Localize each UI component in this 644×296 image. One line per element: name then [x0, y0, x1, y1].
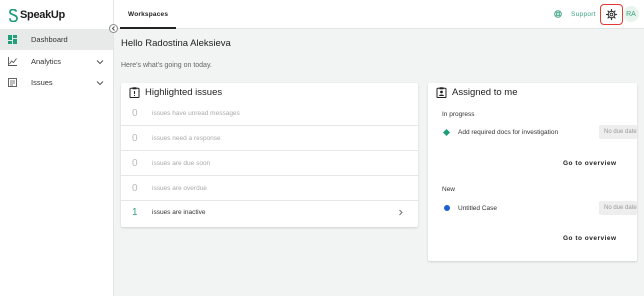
sidebar-item-label: Dashboard	[31, 35, 68, 44]
list-item[interactable]: 1 issues are inactive	[121, 200, 418, 225]
support-icon	[554, 10, 562, 18]
chevron-down-icon	[96, 80, 104, 85]
support-link[interactable]: Support	[554, 10, 596, 18]
page-subtitle: Here's what's going on today.	[121, 62, 212, 69]
issue-label: issues have unread messages	[152, 109, 240, 117]
user-avatar[interactable]: RA	[623, 6, 639, 22]
tab-workspaces[interactable]: Workspaces	[120, 0, 176, 29]
issue-count: 0	[132, 132, 138, 144]
speakup-logo-icon	[9, 8, 18, 22]
app-logo[interactable]: SpeakUp	[9, 8, 65, 22]
issues-icon	[8, 78, 17, 87]
logo-text: SpeakUp	[20, 9, 65, 21]
list-item[interactable]: 0 issues are overdue	[121, 176, 418, 201]
collapse-sidebar-button[interactable]	[109, 24, 118, 33]
highlighted-issues-card: Highlighted issues 0 issues have unread …	[121, 83, 418, 227]
sidebar-item-label: Issues	[31, 78, 53, 87]
sidebar: SpeakUp Dashboard Analytics Issues	[0, 0, 114, 296]
card-title: Highlighted issues	[129, 87, 222, 98]
in-progress-status-icon	[442, 128, 451, 136]
list-item[interactable]: 0 issues have unread messages	[121, 101, 418, 126]
sidebar-item-issues[interactable]: Issues	[0, 72, 113, 93]
issue-count: 1	[132, 207, 138, 218]
due-date-field[interactable]: No due date	[599, 125, 637, 139]
go-to-overview-link[interactable]: Go to overview	[563, 160, 617, 167]
card-title: Assigned to me	[436, 87, 517, 98]
assigned-to-me-card: Assigned to me In progress Add required …	[428, 83, 637, 261]
issue-count: 0	[132, 107, 138, 119]
issue-label: issues are due soon	[152, 159, 211, 167]
chevron-right-icon	[399, 209, 403, 216]
status-section-label: New	[442, 186, 456, 193]
assigned-title: Assigned to me	[452, 87, 518, 98]
case-name: Untitled Case	[458, 204, 498, 212]
greeting: Hello Radostina Aleksieva	[121, 38, 231, 49]
issue-count: 0	[132, 157, 138, 169]
issue-label: issues are overdue	[152, 184, 207, 192]
highlighted-title: Highlighted issues	[145, 87, 223, 98]
chevron-left-icon	[111, 26, 115, 31]
support-label: Support	[571, 10, 596, 18]
active-tab-indicator	[120, 27, 176, 29]
list-item[interactable]: 0 issues are due soon	[121, 151, 418, 176]
new-status-icon	[444, 205, 450, 211]
case-name: Add required docs for investigation	[458, 128, 559, 136]
issue-label: issues need a response	[152, 134, 221, 142]
sidebar-item-label: Analytics	[31, 57, 62, 66]
clipboard-alert-icon	[129, 87, 140, 98]
gear-icon	[606, 9, 617, 20]
clipboard-user-icon	[436, 87, 447, 98]
issue-count: 0	[132, 182, 138, 194]
issue-label: issues are inactive	[152, 209, 206, 216]
sidebar-item-dashboard[interactable]: Dashboard	[0, 29, 113, 50]
top-bar: Workspaces Support RA	[114, 0, 644, 29]
go-to-overview-link[interactable]: Go to overview	[563, 235, 617, 242]
dashboard-icon	[8, 35, 17, 44]
sidebar-item-analytics[interactable]: Analytics	[0, 51, 113, 72]
list-item[interactable]: 0 issues need a response	[121, 126, 418, 151]
status-section-label: In progress	[442, 111, 475, 118]
due-date-field[interactable]: No due date	[599, 201, 637, 215]
chevron-down-icon	[96, 59, 104, 64]
chart-icon	[8, 57, 17, 66]
case-item[interactable]: Untitled Case No due date	[442, 201, 637, 215]
case-item[interactable]: Add required docs for investigation No d…	[442, 125, 637, 139]
settings-button[interactable]	[600, 4, 623, 25]
